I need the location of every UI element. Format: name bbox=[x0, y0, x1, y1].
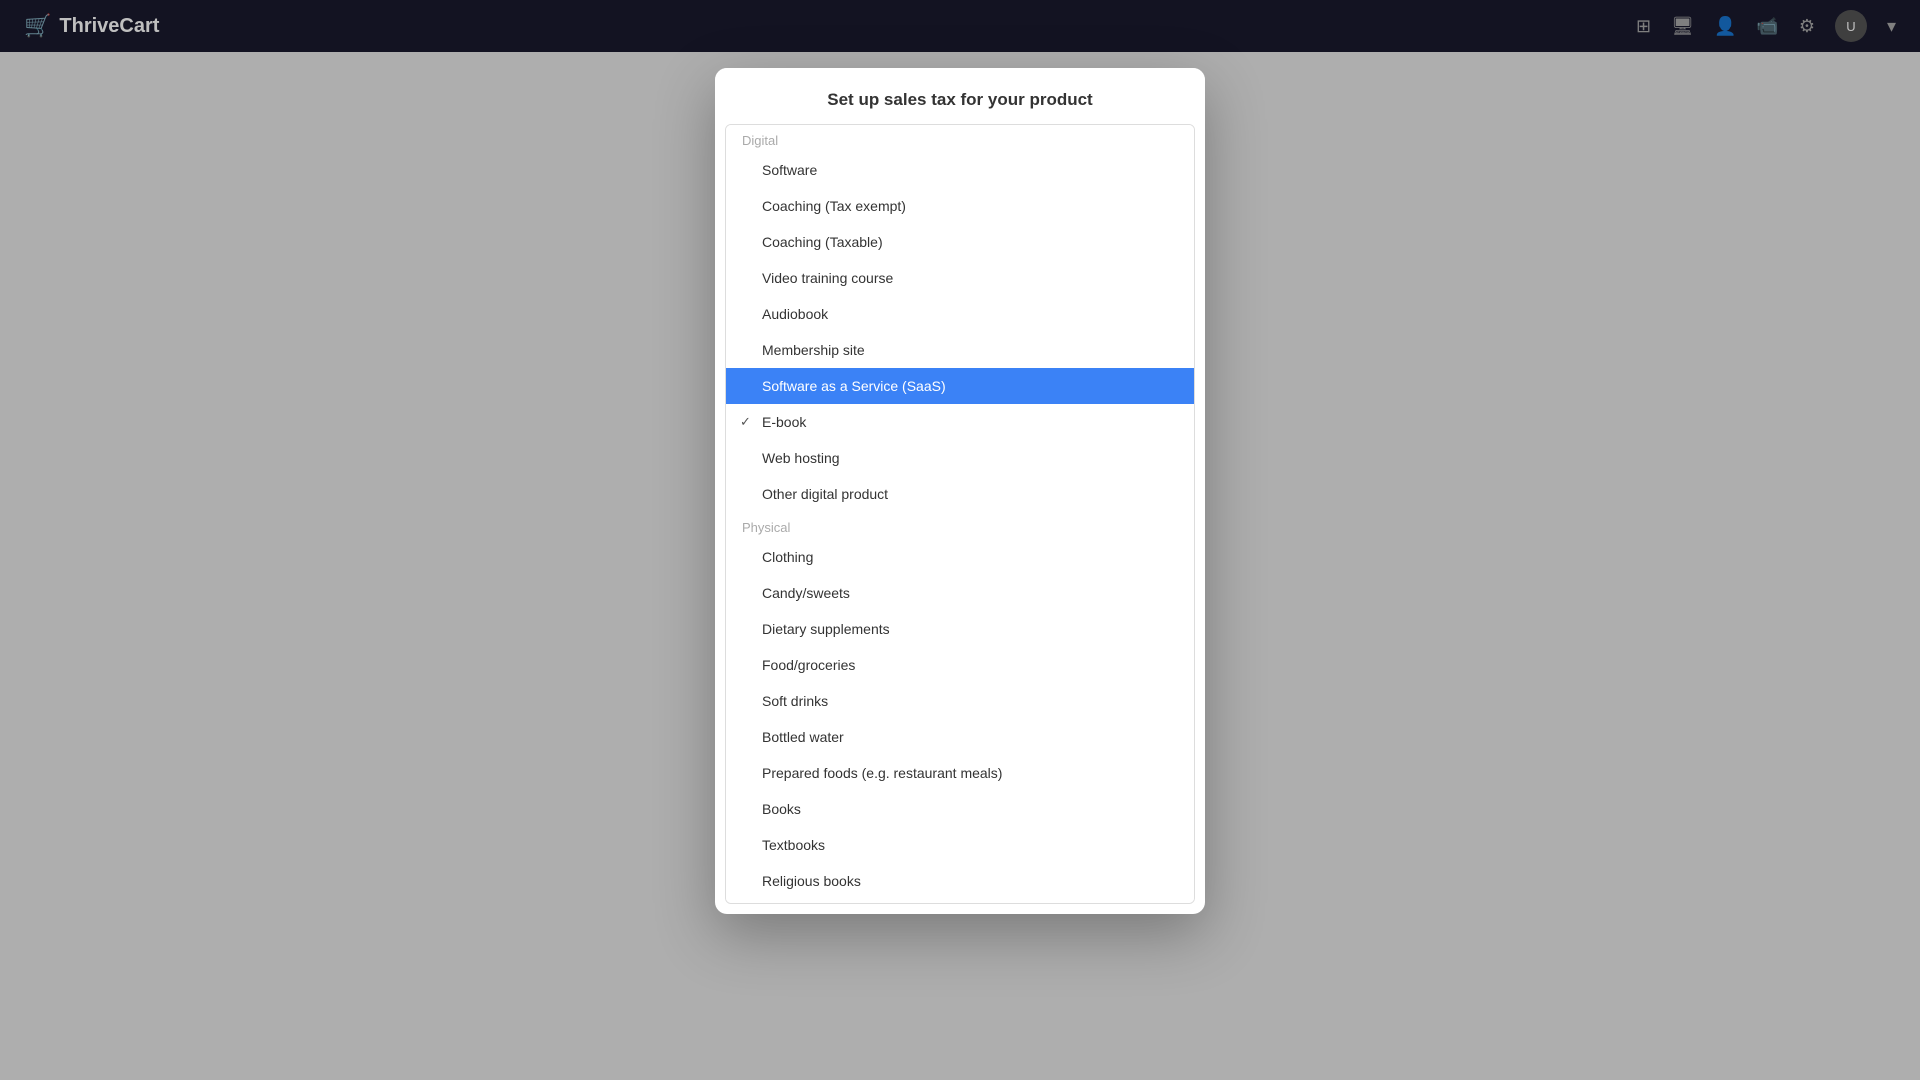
list-item[interactable]: Books bbox=[726, 791, 1194, 827]
list-item[interactable]: Membership site bbox=[726, 332, 1194, 368]
list-item[interactable]: Religious books bbox=[726, 863, 1194, 899]
dropdown-group-label: Physical bbox=[726, 512, 1194, 539]
list-item[interactable]: Coaching (Tax exempt) bbox=[726, 188, 1194, 224]
list-item[interactable]: Dietary supplements bbox=[726, 611, 1194, 647]
list-item[interactable]: Printed periodicals (e.g. magazines) bbox=[726, 899, 1194, 904]
list-item[interactable]: Candy/sweets bbox=[726, 575, 1194, 611]
list-item[interactable]: Video training course bbox=[726, 260, 1194, 296]
list-item[interactable]: Clothing bbox=[726, 539, 1194, 575]
list-item[interactable]: Web hosting bbox=[726, 440, 1194, 476]
list-item[interactable]: Soft drinks bbox=[726, 683, 1194, 719]
list-item[interactable]: Audiobook bbox=[726, 296, 1194, 332]
sales-tax-modal: Set up sales tax for your product Digita… bbox=[715, 68, 1205, 914]
list-item[interactable]: Software as a Service (SaaS) bbox=[726, 368, 1194, 404]
product-type-dropdown[interactable]: DigitalSoftwareCoaching (Tax exempt)Coac… bbox=[725, 124, 1195, 904]
list-item[interactable]: Prepared foods (e.g. restaurant meals) bbox=[726, 755, 1194, 791]
list-item[interactable]: Software bbox=[726, 152, 1194, 188]
list-item[interactable]: Textbooks bbox=[726, 827, 1194, 863]
list-item[interactable]: Other digital product bbox=[726, 476, 1194, 512]
list-item[interactable]: E-book bbox=[726, 404, 1194, 440]
list-item[interactable]: Bottled water bbox=[726, 719, 1194, 755]
list-item[interactable]: Coaching (Taxable) bbox=[726, 224, 1194, 260]
list-item[interactable]: Food/groceries bbox=[726, 647, 1194, 683]
modal-title: Set up sales tax for your product bbox=[715, 68, 1205, 124]
dropdown-group-label: Digital bbox=[726, 125, 1194, 152]
